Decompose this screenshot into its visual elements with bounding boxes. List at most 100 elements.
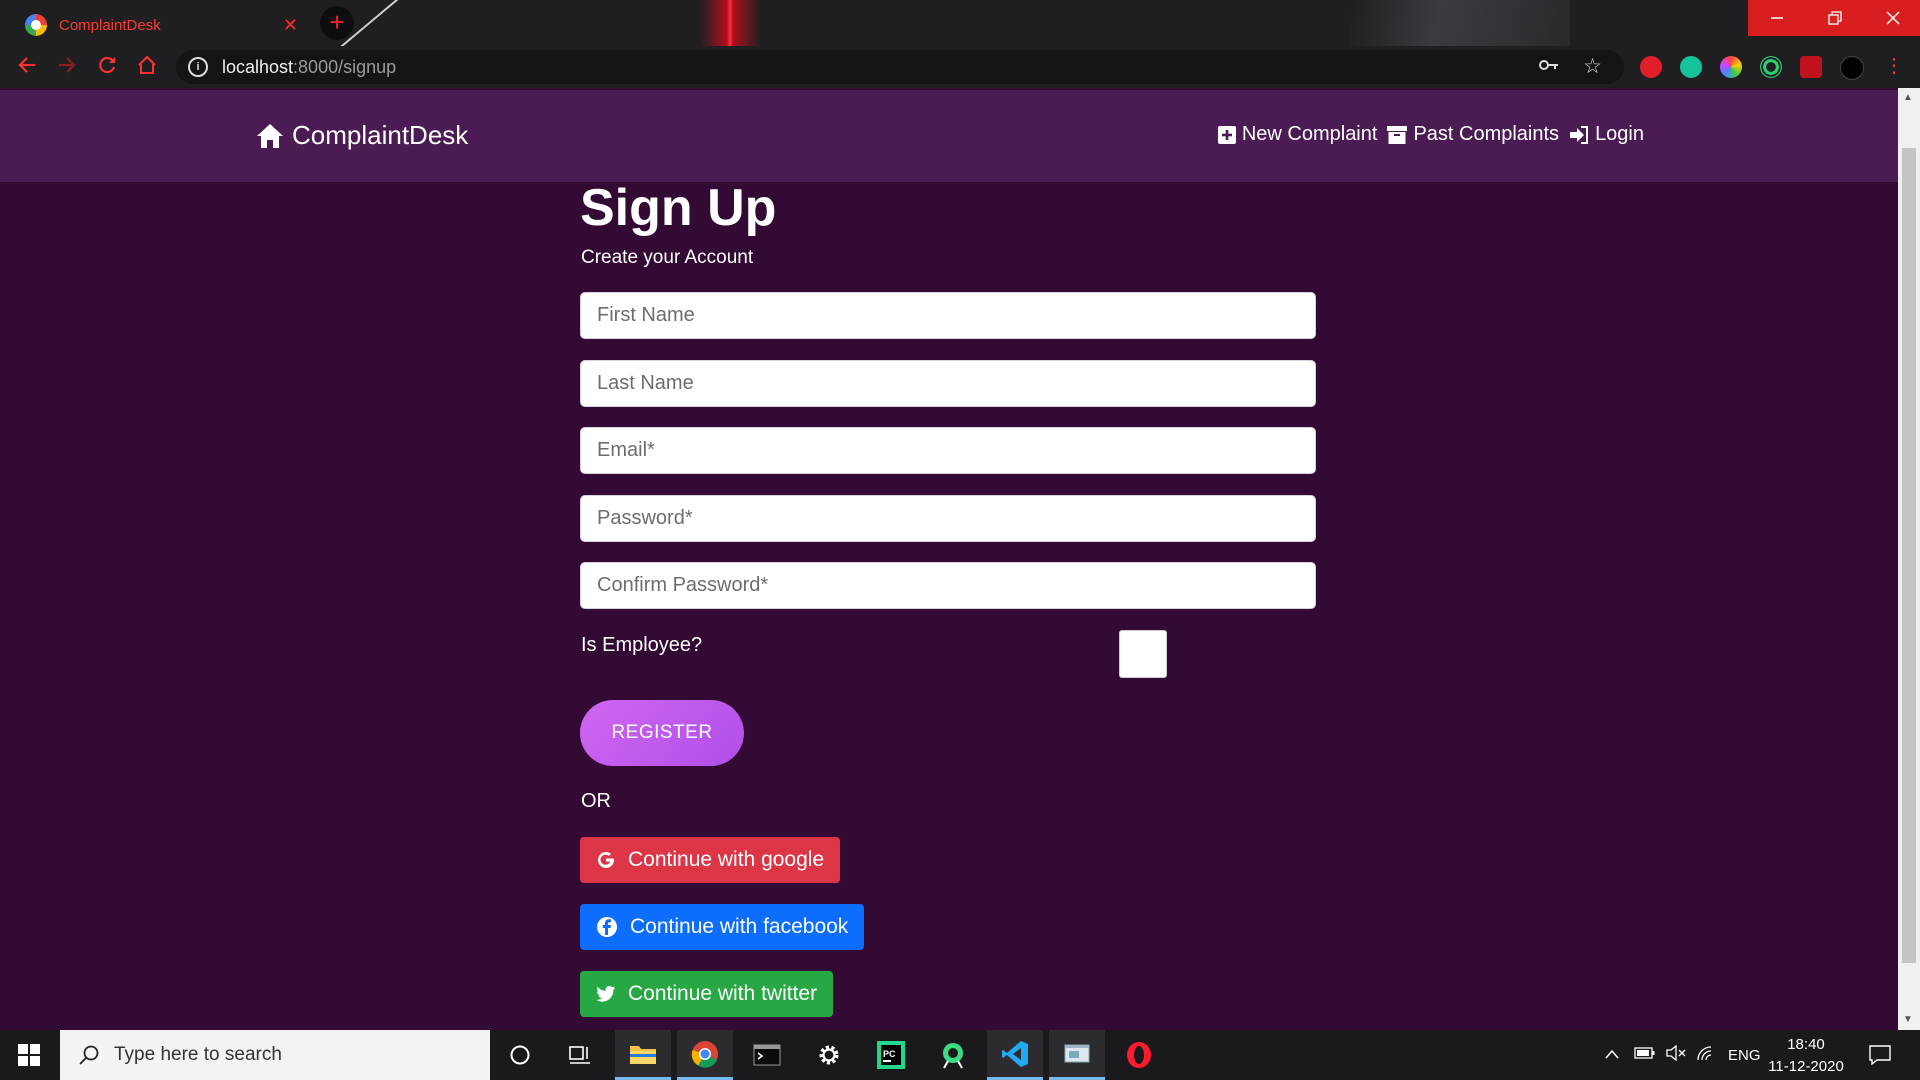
clock-time: 18:40 (1787, 1036, 1825, 1053)
opera-button[interactable] (1111, 1030, 1167, 1080)
scroll-up-icon[interactable]: ▲ (1903, 92, 1913, 103)
page-scrollbar[interactable]: ▲ ▼ (1898, 88, 1920, 1030)
browser-toolbar: i localhost:8000/signup ☆ ⋮ (0, 46, 1920, 88)
google-icon (598, 852, 615, 869)
taskbar-search-box[interactable]: Type here to search (60, 1030, 490, 1080)
system-tray: ENG (1600, 1030, 1761, 1080)
task-view-icon (569, 1046, 590, 1064)
site-navbar: ComplaintDesk New Complaint Past Complai… (0, 90, 1898, 182)
menu-kebab-icon[interactable]: ⋮ (1884, 56, 1904, 78)
google-favicon-icon (25, 14, 47, 36)
action-center-button[interactable] (1852, 1030, 1908, 1080)
home-button[interactable] (134, 54, 160, 80)
opera-icon (1127, 1042, 1151, 1068)
facebook-icon (597, 917, 617, 937)
color-extension-icon[interactable] (1720, 56, 1742, 78)
nav-new-complaint[interactable]: New Complaint (1217, 123, 1377, 146)
taskbar-search-placeholder: Type here to search (114, 1044, 282, 1065)
puzzle-extension-icon[interactable] (1800, 56, 1822, 78)
email-input[interactable] (580, 427, 1316, 474)
twitter-signin-button[interactable]: Continue with twitter (580, 971, 834, 1017)
chevron-up-icon[interactable] (1604, 1047, 1620, 1064)
back-button[interactable] (14, 54, 40, 80)
register-button[interactable]: REGISTER (580, 700, 744, 766)
app-window-button[interactable] (1049, 1030, 1105, 1080)
key-icon[interactable] (1538, 56, 1560, 79)
star-icon[interactable]: ☆ (1583, 54, 1602, 79)
facebook-signin-label: Continue with facebook (630, 915, 849, 938)
extension-stop-icon[interactable] (1640, 56, 1662, 78)
cortana-button[interactable] (492, 1030, 548, 1080)
volume-muted-icon[interactable] (1666, 1044, 1686, 1065)
svg-text:PC: PC (883, 1049, 896, 1059)
language-indicator[interactable]: ENG (1728, 1047, 1761, 1064)
battery-icon[interactable] (1634, 1046, 1656, 1064)
tab-close-icon[interactable]: ✕ (283, 15, 298, 36)
back-icon (18, 57, 35, 73)
brand-link[interactable]: ComplaintDesk (256, 120, 468, 151)
forward-icon (59, 57, 76, 73)
url-host: localhost (222, 56, 294, 77)
chrome-icon (691, 1040, 718, 1068)
browser-titlebar: ComplaintDesk ✕ + (0, 0, 1920, 46)
pycharm-button[interactable]: PC (863, 1030, 919, 1080)
reload-button[interactable] (94, 54, 120, 80)
chrome-taskbar-button[interactable] (677, 1030, 733, 1080)
archive-icon (1387, 125, 1408, 144)
vscode-button[interactable] (987, 1030, 1043, 1080)
tab-title: ComplaintDesk (59, 16, 161, 34)
reload-icon (99, 56, 116, 74)
is-employee-label: Is Employee? (581, 634, 703, 656)
confirm-password-input[interactable] (580, 562, 1316, 609)
android-studio-icon (943, 1043, 963, 1069)
minimize-button[interactable] (1748, 0, 1806, 36)
folder-icon (630, 1045, 656, 1064)
settings-button[interactable] (801, 1030, 857, 1080)
close-icon (1886, 11, 1900, 25)
profile-avatar[interactable] (1840, 56, 1864, 80)
gear-icon (819, 1045, 839, 1065)
grammarly-extension-icon[interactable] (1680, 56, 1702, 78)
vscode-icon (1002, 1040, 1028, 1067)
start-button[interactable] (0, 1030, 58, 1080)
terminal-button[interactable] (739, 1030, 795, 1080)
taskbar-clock[interactable]: 18:40 11-12-2020 (1760, 1034, 1852, 1078)
nav-past-complaints[interactable]: Past Complaints (1387, 123, 1559, 146)
wallpaper-decoration (1350, 0, 1570, 46)
pycharm-icon: PC (877, 1041, 905, 1069)
window-app-icon (1064, 1044, 1090, 1062)
nav-past-complaints-label: Past Complaints (1413, 123, 1560, 145)
or-divider-label: OR (581, 790, 611, 812)
windows-taskbar: Type here to search PC ENG 18:40 11-12-2… (0, 1030, 1920, 1080)
page-title: Sign Up (580, 179, 777, 237)
notification-icon (1869, 1045, 1891, 1065)
first-name-input[interactable] (580, 292, 1316, 339)
home-icon (257, 123, 283, 148)
nav-login[interactable]: Login (1569, 123, 1644, 146)
password-input[interactable] (580, 495, 1316, 542)
is-employee-checkbox[interactable] (1119, 630, 1167, 678)
scrollbar-thumb[interactable] (1902, 148, 1916, 963)
forward-button[interactable] (54, 54, 80, 80)
search-icon (79, 1045, 99, 1065)
sign-in-icon (1570, 125, 1589, 144)
close-window-button[interactable] (1864, 0, 1920, 36)
scroll-down-icon[interactable]: ▼ (1903, 1014, 1913, 1025)
browser-tab[interactable]: ComplaintDesk ✕ (12, 4, 310, 46)
file-explorer-button[interactable] (615, 1030, 671, 1080)
facebook-signin-button[interactable]: Continue with facebook (580, 904, 865, 950)
site-info-icon[interactable]: i (188, 57, 208, 77)
wifi-icon[interactable] (1696, 1045, 1716, 1065)
url-path: :8000/signup (293, 56, 397, 77)
wallpaper-decoration (700, 0, 760, 46)
address-bar[interactable]: i localhost:8000/signup ☆ (176, 50, 1624, 84)
cortana-icon (510, 1045, 530, 1065)
new-tab-button[interactable]: + (320, 6, 354, 40)
nav-login-label: Login (1595, 123, 1644, 145)
google-signin-button[interactable]: Continue with google (580, 837, 841, 883)
last-name-input[interactable] (580, 360, 1316, 407)
task-view-button[interactable] (552, 1030, 608, 1080)
restore-button[interactable] (1806, 0, 1864, 36)
android-studio-button[interactable] (925, 1030, 981, 1080)
target-extension-icon[interactable] (1760, 56, 1782, 78)
